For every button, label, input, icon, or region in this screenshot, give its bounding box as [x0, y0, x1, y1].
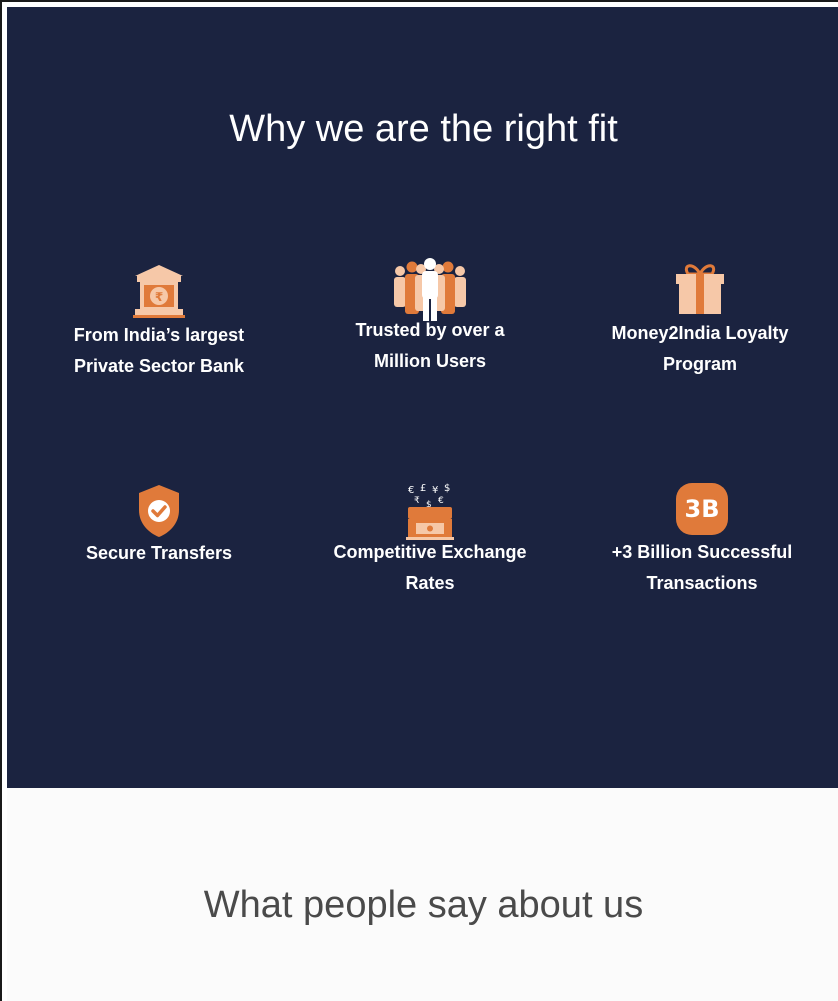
feature-label-line1: Money2India Loyalty	[611, 323, 789, 343]
exchange-rates-icon: € £ ¥ $ ₹ € $	[406, 483, 454, 540]
feature-label-line1: Competitive Exchange	[333, 542, 527, 562]
feature-label-line2: Million Users	[373, 351, 487, 371]
feature-label-line2: Transactions	[646, 573, 758, 593]
feature-secure-transfers: Secure Transfers	[29, 482, 289, 569]
section-title: What people say about us	[203, 884, 644, 926]
testimonials-section: What people say about us	[7, 788, 838, 1001]
feature-label-line1: From India’s largest	[73, 325, 245, 345]
svg-text:£: £	[420, 483, 426, 494]
feature-loyalty-program: Money2India Loyalty Program	[570, 260, 830, 380]
feature-label-line1: Trusted by over a	[355, 320, 505, 340]
gift-icon	[676, 264, 724, 314]
badge-text: 3B	[684, 495, 720, 523]
feature-billion-transactions: 3B +3 Billion Successful Transactions	[572, 483, 832, 599]
section-title: Why we are the right fit	[229, 108, 618, 150]
bank-rupee-icon: ₹	[133, 265, 185, 318]
shield-check-icon	[139, 485, 179, 537]
page-frame: Why we are the right fit ₹ From India’s …	[0, 0, 838, 1001]
svg-text:¥: ¥	[432, 485, 438, 496]
feature-label-line1: Secure Transfers	[85, 543, 233, 563]
feature-private-sector-bank: ₹ From India’s largest Private Sector Ba…	[29, 262, 289, 382]
feature-exchange-rates: € £ ¥ $ ₹ € $ Competitive Exchange Rates	[300, 481, 560, 599]
users-crowd-icon	[394, 258, 466, 321]
feature-label-line2: Rates	[405, 573, 455, 593]
feature-million-users: Trusted by over a Million Users	[300, 257, 560, 377]
svg-text:$: $	[444, 483, 450, 494]
why-right-fit-section: Why we are the right fit ₹ From India’s …	[7, 7, 838, 788]
feature-label-line2: Program	[662, 354, 738, 374]
svg-text:€: €	[408, 485, 414, 496]
three-billion-badge-icon: 3B	[676, 483, 728, 535]
svg-text:₹: ₹	[155, 290, 163, 304]
svg-text:€: €	[438, 496, 444, 506]
feature-label-line2: Private Sector Bank	[73, 356, 245, 376]
feature-label-line1: +3 Billion Successful	[611, 542, 793, 562]
svg-text:₹: ₹	[414, 496, 420, 506]
